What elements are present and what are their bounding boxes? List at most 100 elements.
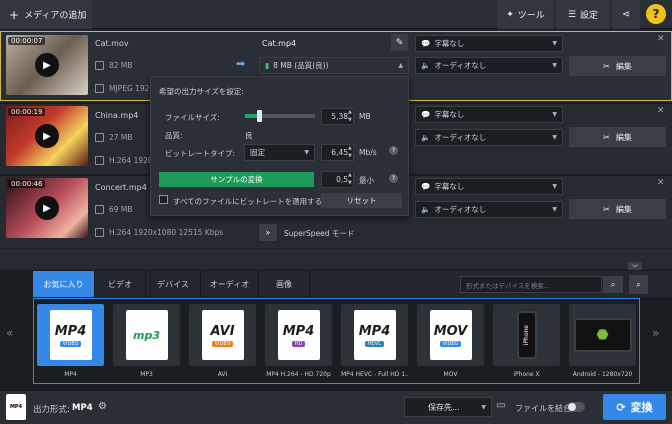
add-media-button[interactable]: + メディアの追加 <box>0 0 92 29</box>
video-thumbnail[interactable]: 00:00:19 ▶ <box>6 106 88 166</box>
format-search-input[interactable]: 形式またはデバイスを検索... <box>460 276 602 293</box>
tab-video[interactable]: ビデオ <box>95 271 146 297</box>
device-detect-icon[interactable]: ⌕ <box>629 275 648 294</box>
settings-button[interactable]: ☰ 設定 <box>556 0 610 29</box>
reset-button[interactable]: リセット <box>321 193 402 208</box>
source-codec: MJPEG 1920 <box>109 84 155 93</box>
merge-files-toggle[interactable] <box>567 402 585 412</box>
chevron-up-icon: ▲ <box>398 62 403 69</box>
speech-bubble-icon: 💬 <box>421 110 431 119</box>
mp4-hevc-file-icon: MP4 HEVC <box>353 310 396 360</box>
info-icon[interactable]: ? <box>389 174 398 183</box>
rename-pencil-icon[interactable]: ✎ <box>391 34 408 51</box>
sample-stepper[interactable]: ▲ ▼ <box>348 171 352 187</box>
save-to-dropdown[interactable]: 保存先... ▼ <box>404 397 492 417</box>
info-icon[interactable]: ? <box>389 146 398 155</box>
audio-dropdown[interactable]: 🔈 オーディオなし ▼ <box>415 129 563 146</box>
filesize-stepper[interactable]: ▲ ▼ <box>348 108 352 124</box>
mp3-file-icon: mp3 <box>125 310 168 360</box>
source-size: 27 MB <box>109 133 133 142</box>
edit-button[interactable]: ✂ 編集 <box>569 56 666 76</box>
format-card-mp4-hevc[interactable]: MP4 HEVC <box>341 304 408 366</box>
film-icon <box>95 84 104 93</box>
audio-dropdown[interactable]: 🔈 オーディオなし ▼ <box>415 201 563 218</box>
format-card-mov[interactable]: MOV VIDEO <box>417 304 484 366</box>
format-card-mp3[interactable]: mp3 <box>113 304 180 366</box>
convert-button[interactable]: ⟳ 変換 <box>603 394 666 420</box>
help-button[interactable]: ? <box>646 4 666 24</box>
output-filename[interactable]: Cat.mp4 <box>262 39 296 48</box>
search-icon[interactable]: ⌕ <box>603 276 623 293</box>
video-thumbnail[interactable]: 00:00:46 ▶ <box>6 178 88 238</box>
tab-audio[interactable]: オーディオ <box>201 271 259 297</box>
film-icon <box>95 228 104 237</box>
source-filename: Cat.mov <box>95 39 129 48</box>
bitrate-unit: Mb/s <box>359 148 377 157</box>
bitrate-stepper[interactable]: ▲ ▼ <box>348 144 352 160</box>
tab-devices[interactable]: デバイス <box>146 271 201 297</box>
format-card-mp4-hd[interactable]: MP4 HD <box>265 304 332 366</box>
chevron-down-icon: ▼ <box>552 62 557 69</box>
format-label: MP4 HEVC - Full HD 1... <box>341 371 408 378</box>
mp4-hd-file-icon: MP4 HD <box>277 310 320 360</box>
format-card-iphone[interactable]: iPhone <box>493 304 560 366</box>
filesize-slider-thumb[interactable] <box>257 110 262 122</box>
file-icon <box>95 133 104 142</box>
speech-bubble-icon: 💬 <box>421 39 431 48</box>
scroll-right-icon[interactable]: » <box>652 326 659 340</box>
folder-icon[interactable]: ▭ <box>496 400 505 411</box>
video-thumbnail[interactable]: 00:00:07 ▶ <box>6 35 88 95</box>
superspeed-icon: » <box>259 224 277 241</box>
sample-convert-button[interactable]: サンプルの変換 <box>159 172 314 187</box>
edit-button[interactable]: ✂ 編集 <box>569 127 666 147</box>
refresh-icon: ⟳ <box>616 400 626 414</box>
chevron-down-icon: ▼ <box>552 183 557 190</box>
chevron-down-icon: ▼ <box>304 149 309 156</box>
menu-icon: ☰ <box>567 9 577 20</box>
format-label: MP3 <box>140 371 153 378</box>
source-size: 69 MB <box>109 205 133 214</box>
tools-button[interactable]: ✦ ツール <box>497 0 554 29</box>
quality-value: 良 <box>245 131 253 140</box>
format-label: iPhone X <box>513 371 540 378</box>
format-label: Android - 1280x720 <box>572 371 633 378</box>
android-icon: ⬣ <box>573 318 632 352</box>
file-icon <box>95 205 104 214</box>
tab-favorites[interactable]: お気に入り <box>33 271 95 297</box>
output-size-dropdown[interactable]: ▮ 8 MB (品質(良)) ▲ <box>259 57 409 74</box>
chevron-down-icon: ▼ <box>481 403 486 411</box>
filesize-slider-track[interactable] <box>245 110 315 122</box>
merge-files-label: ファイルを結合: <box>515 404 574 413</box>
gear-icon[interactable]: ⚙ <box>98 401 107 412</box>
apply-all-checkbox[interactable] <box>159 195 168 204</box>
scroll-left-icon[interactable]: « <box>6 326 13 340</box>
chevron-down-icon: ▼ <box>552 206 557 213</box>
filesize-label: ファイルサイズ: <box>165 113 220 122</box>
share-button[interactable]: ⋖ <box>612 0 640 29</box>
subtitle-dropdown[interactable]: 💬 字幕なし ▼ <box>415 106 563 123</box>
edit-button[interactable]: ✂ 編集 <box>569 199 666 219</box>
scissors-icon: ✂ <box>603 132 610 142</box>
speaker-icon: 🔈 <box>421 61 431 70</box>
subtitle-dropdown[interactable]: 💬 字幕なし ▼ <box>415 178 563 195</box>
play-icon[interactable]: ▶ <box>35 196 59 220</box>
toggle-knob <box>568 403 576 411</box>
close-icon[interactable]: ✕ <box>657 178 665 188</box>
subtitle-dropdown[interactable]: 💬 字幕なし ▼ <box>415 35 563 52</box>
arrow-right-icon: ➡ <box>236 57 246 70</box>
bitrate-type-dropdown[interactable]: 固定 ▼ <box>244 144 315 161</box>
audio-dropdown[interactable]: 🔈 オーディオなし ▼ <box>415 57 563 74</box>
duration-label: 00:00:07 <box>8 37 46 45</box>
tab-images[interactable]: 画像 <box>259 271 310 297</box>
play-icon[interactable]: ▶ <box>35 53 59 77</box>
source-codec: H.264 1920 <box>109 156 153 165</box>
close-icon[interactable]: ✕ <box>657 106 665 116</box>
format-card-android[interactable]: ⬣ <box>569 304 636 366</box>
source-filename: China.mp4 <box>95 111 139 120</box>
film-icon <box>95 156 104 165</box>
play-icon[interactable]: ▶ <box>35 124 59 148</box>
close-icon[interactable]: ✕ <box>657 34 665 44</box>
format-label: MP4 <box>64 371 77 378</box>
format-card-avi[interactable]: AVI VIDEO <box>189 304 256 366</box>
format-card-mp4[interactable]: MP4 VIDEO <box>37 304 104 366</box>
